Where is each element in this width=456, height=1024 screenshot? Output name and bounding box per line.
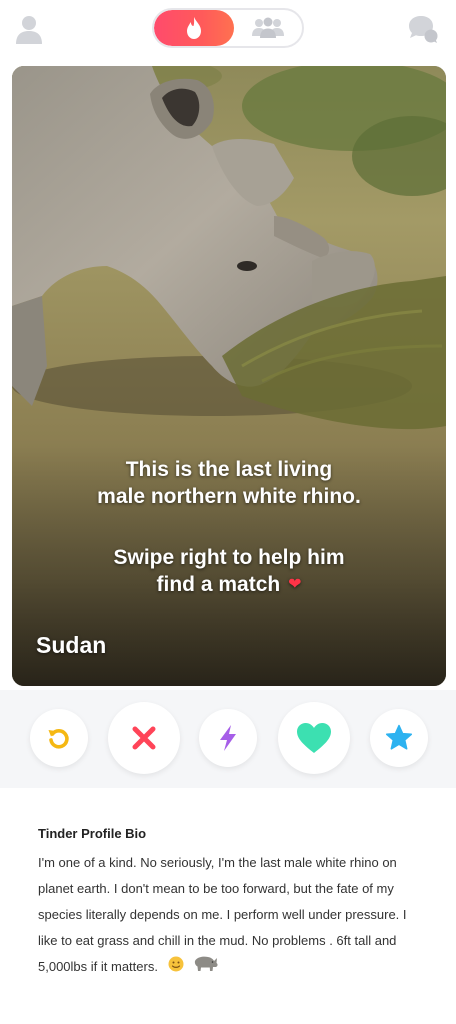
rewind-button[interactable] [30, 709, 88, 767]
bio-text: I'm one of a kind. No seriously, I'm the… [38, 855, 407, 974]
lightning-icon [220, 725, 236, 751]
caption-line: This is the last living [125, 458, 333, 481]
chat-bubbles-icon[interactable] [406, 12, 440, 46]
red-heart-icon: ❤ [288, 576, 302, 593]
heart-icon [297, 723, 331, 753]
boost-button[interactable] [199, 709, 257, 767]
flame-icon [187, 17, 201, 39]
profile-bio: Tinder Profile Bio I'm one of a kind. No… [0, 788, 456, 1024]
top-bar [0, 0, 456, 64]
caption-line: male northern white rhino. [97, 485, 361, 508]
x-icon [132, 726, 156, 750]
action-bar [0, 690, 456, 788]
smiling-face-icon [168, 955, 184, 981]
card-caption-bottom: Swipe right to help him find a match ❤ [32, 544, 426, 598]
rhino-icon [193, 954, 219, 981]
caption-text: find a match [156, 573, 281, 596]
rewind-icon [48, 729, 69, 749]
card-caption-top: This is the last living male northern wh… [32, 456, 426, 510]
discovery-mode-toggle[interactable] [152, 8, 304, 48]
bio-title: Tinder Profile Bio [38, 826, 147, 841]
caption-line: Swipe right to help him [113, 546, 345, 569]
group-icon[interactable] [248, 14, 288, 42]
profile-card[interactable]: This is the last living male northern wh… [12, 66, 446, 686]
nope-button[interactable] [108, 702, 180, 774]
discovery-tab[interactable] [154, 10, 234, 46]
caption-line: find a match ❤ [32, 571, 426, 598]
like-button[interactable] [278, 702, 350, 774]
super-like-button[interactable] [370, 709, 428, 767]
star-icon [385, 724, 413, 750]
bio-text-block: I'm one of a kind. No seriously, I'm the… [38, 850, 420, 981]
profile-icon[interactable] [12, 12, 46, 46]
profile-name: Sudan [36, 632, 107, 658]
